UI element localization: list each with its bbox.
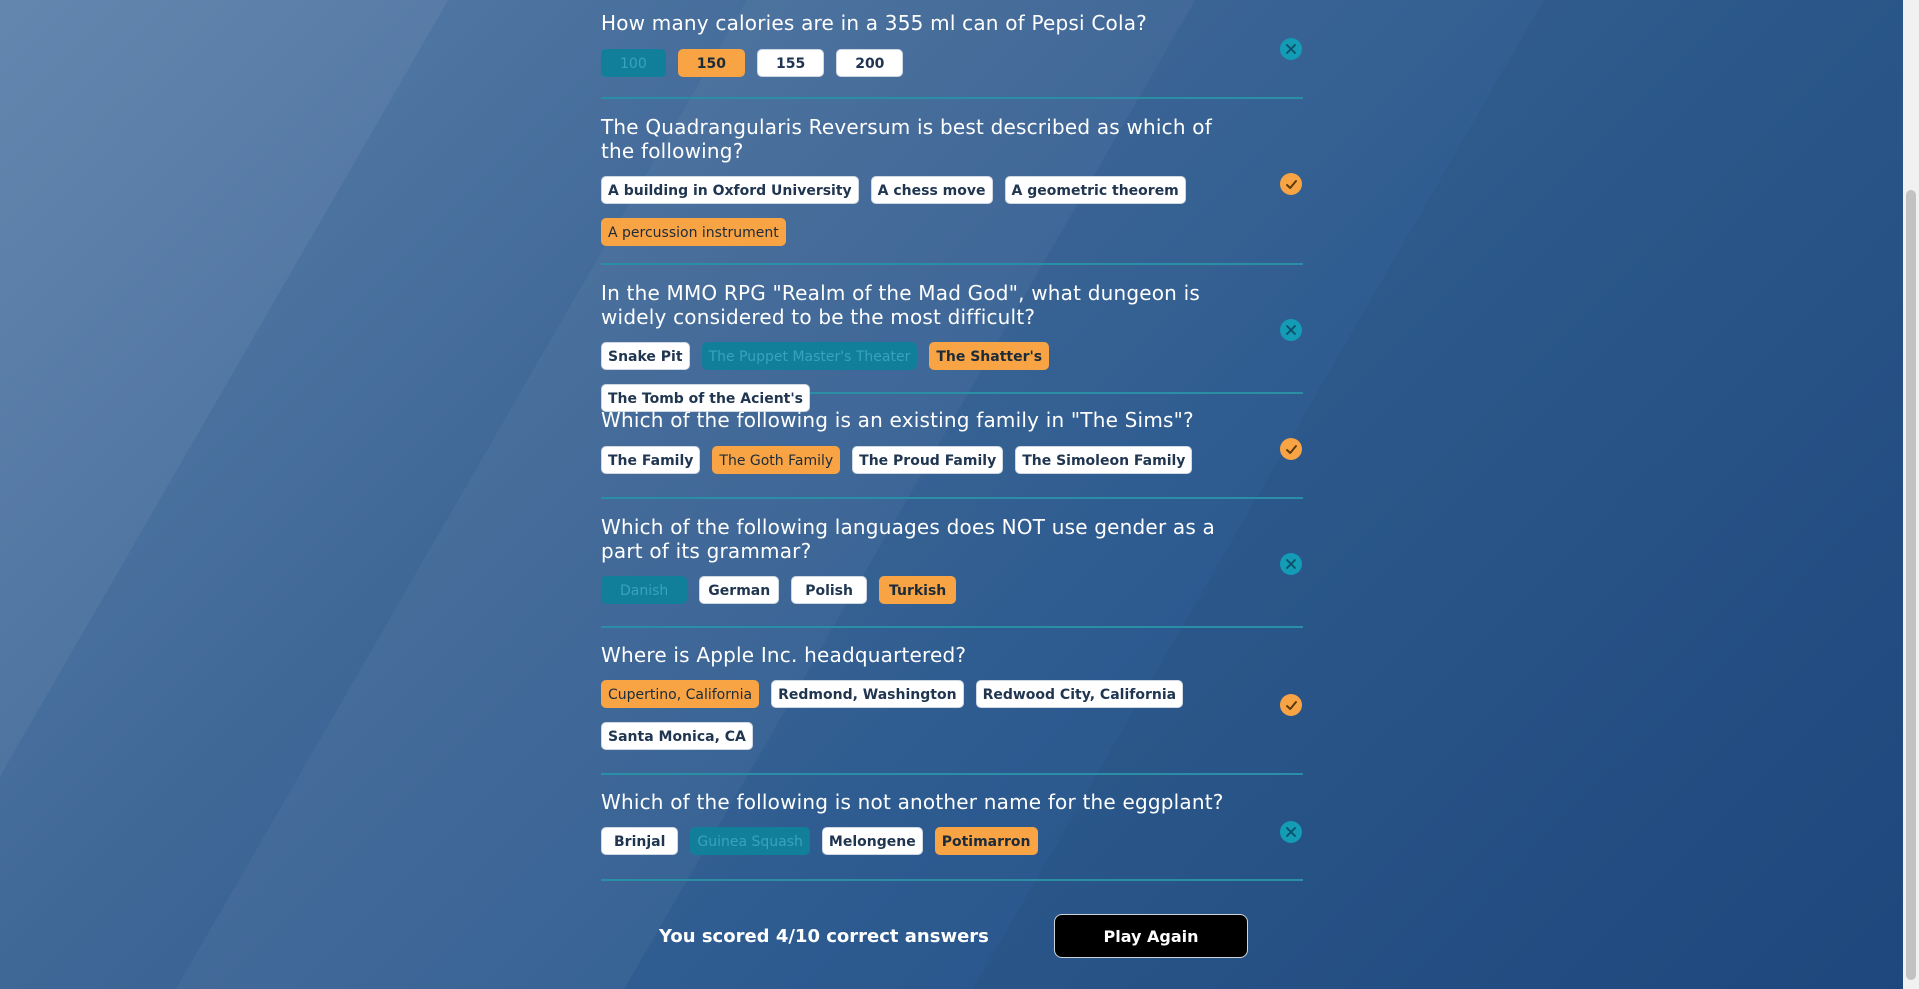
question-text: In the MMO RPG "Realm of the Mad God", w…	[601, 281, 1200, 329]
close-icon	[1286, 559, 1296, 569]
question-text: The Quadrangularis Reversum is best desc…	[601, 115, 1212, 163]
answer-option[interactable]: A geometric theorem	[1004, 176, 1186, 204]
correct-answer-status	[1280, 173, 1302, 195]
answer-option[interactable]: German	[699, 576, 780, 604]
close-icon	[1286, 827, 1296, 837]
correct-answer-status	[1280, 694, 1302, 716]
question-card: Which of the following is an existing fa…	[601, 394, 1303, 499]
answer-option[interactable]: A percussion instrument	[601, 218, 786, 246]
answer-option[interactable]: 100	[601, 49, 666, 77]
answer-option[interactable]: Potimarron	[934, 827, 1038, 855]
answer-option[interactable]: The Shatter's	[929, 342, 1050, 370]
close-icon	[1286, 44, 1296, 54]
answer-option[interactable]: Redwood City, California	[975, 680, 1184, 708]
check-icon	[1285, 444, 1297, 454]
answer-option[interactable]: Polish	[791, 576, 867, 604]
answer-option[interactable]: Brinjal	[601, 827, 679, 855]
answer-option[interactable]: 150	[677, 49, 745, 77]
answer-option[interactable]: The Family	[601, 446, 701, 474]
wrong-answer-status	[1280, 38, 1302, 60]
scrollbar-thumb[interactable]	[1906, 190, 1916, 980]
question-text: Which of the following is not another na…	[601, 790, 1224, 814]
wrong-answer-status	[1280, 821, 1302, 843]
question-card: Which of the following is not another na…	[601, 775, 1303, 881]
answer-option[interactable]: Cupertino, California	[601, 680, 760, 708]
question-card: In the MMO RPG "Realm of the Mad God", w…	[601, 265, 1303, 412]
question-text: How many calories are in a 355 ml can of…	[601, 11, 1147, 35]
question-text: Which of the following languages does NO…	[601, 515, 1216, 563]
answer-option[interactable]: Danish	[601, 576, 688, 604]
answer-option[interactable]: Melongene	[821, 827, 923, 855]
question-text: Where is Apple Inc. headquartered?	[601, 643, 967, 667]
answer-option[interactable]: Snake Pit	[601, 342, 690, 370]
answer-option[interactable]: Turkish	[878, 576, 957, 604]
question-card: Where is Apple Inc. headquartered? Cuper…	[601, 628, 1303, 775]
check-icon	[1285, 179, 1297, 189]
answer-option[interactable]: A chess move	[870, 176, 993, 204]
answer-option[interactable]: Guinea Squash	[690, 827, 810, 855]
results-footer: You scored 4/10 correct answers Play Aga…	[601, 914, 1303, 960]
close-icon	[1286, 325, 1296, 335]
answer-option[interactable]: 200	[836, 49, 904, 77]
score-summary: You scored 4/10 correct answers	[659, 926, 989, 947]
question-card: The Quadrangularis Reversum is best desc…	[601, 99, 1303, 265]
wrong-answer-status	[1280, 553, 1302, 575]
wrong-answer-status	[1280, 319, 1302, 341]
question-text: Which of the following is an existing fa…	[601, 408, 1194, 432]
check-icon	[1285, 700, 1297, 710]
play-again-button[interactable]: Play Again	[1054, 914, 1248, 958]
question-card: Which of the following languages does NO…	[601, 499, 1303, 628]
question-card: How many calories are in a 355 ml can of…	[601, 0, 1303, 99]
answer-option[interactable]: 155	[756, 49, 825, 77]
correct-answer-status	[1280, 438, 1302, 460]
answer-option[interactable]: The Goth Family	[712, 446, 841, 474]
results-list: How many calories are in a 355 ml can of…	[601, 0, 1303, 881]
answer-option[interactable]: The Puppet Master's Theater	[701, 342, 918, 370]
answer-option[interactable]: Santa Monica, CA	[601, 722, 753, 750]
answer-option[interactable]: Redmond, Washington	[771, 680, 964, 708]
answer-option[interactable]: The Simoleon Family	[1015, 446, 1193, 474]
answer-option[interactable]: A building in Oxford University	[601, 176, 859, 204]
vertical-scrollbar[interactable]	[1903, 0, 1919, 989]
answer-option[interactable]: The Proud Family	[852, 446, 1004, 474]
